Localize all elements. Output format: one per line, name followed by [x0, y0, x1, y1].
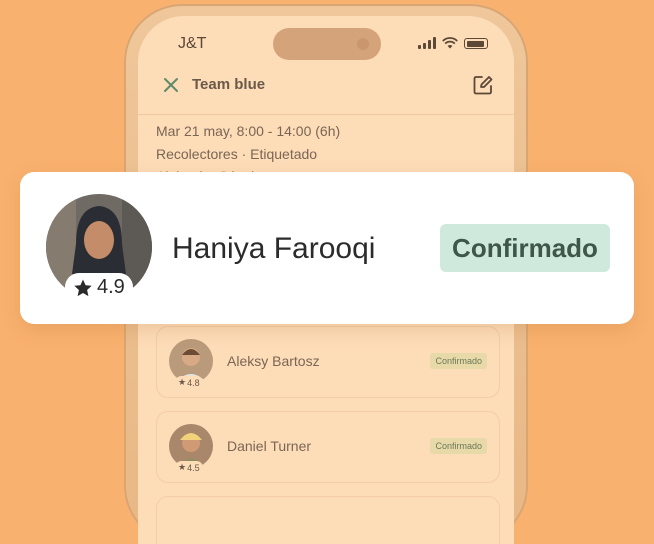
- team-title: Team blue: [192, 76, 266, 93]
- signal-icon: [418, 37, 436, 49]
- carrier-label: J&T: [178, 35, 207, 52]
- rating-value: 4.9: [97, 276, 125, 298]
- rating-badge: ★ 4.8: [175, 376, 203, 389]
- status-icons: [418, 37, 488, 49]
- confirmed-status-badge: Confirmado: [440, 224, 610, 272]
- shift-time: Mar 21 may, 8:00 - 14:00 (6h): [156, 123, 341, 139]
- status-badge: Confirmado: [430, 438, 487, 454]
- status-badge: Confirmado: [430, 353, 487, 369]
- dynamic-island: [273, 28, 381, 60]
- close-icon[interactable]: [162, 76, 180, 94]
- member-name: Daniel Turner: [227, 438, 312, 454]
- member-card[interactable]: [156, 496, 500, 544]
- battery-icon: [464, 38, 488, 49]
- star-icon: [74, 279, 92, 296]
- featured-member-name: Haniya Farooqi: [172, 232, 376, 265]
- rating-badge: ★ 4.5: [175, 461, 203, 474]
- edit-icon[interactable]: [472, 74, 494, 96]
- app-header: Team blue: [138, 72, 514, 115]
- member-card[interactable]: ★ 4.5 Daniel Turner Confirmado: [156, 411, 500, 483]
- rating-value: 4.5: [187, 462, 200, 473]
- member-name: Aleksy Bartosz: [227, 353, 320, 369]
- rating-value: 4.8: [187, 377, 200, 388]
- featured-member-card[interactable]: 4.9 Haniya Farooqi Confirmado: [20, 172, 634, 324]
- featured-rating-badge: 4.9: [65, 273, 133, 302]
- shift-roles: Recolectores · Etiquetado: [156, 146, 318, 162]
- star-icon: ★: [178, 377, 187, 387]
- wifi-icon: [442, 37, 458, 49]
- star-icon: ★: [178, 462, 187, 472]
- member-card[interactable]: ★ 4.8 Aleksy Bartosz Confirmado: [156, 326, 500, 398]
